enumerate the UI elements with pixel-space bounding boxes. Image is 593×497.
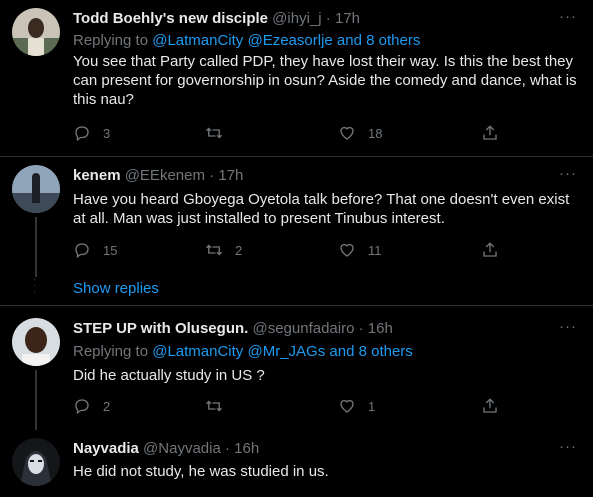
thread-line [35, 370, 37, 430]
tweet-text: He did not study, he was studied in us. [73, 463, 329, 480]
like-button[interactable]: 18 [338, 123, 382, 143]
separator: · [209, 167, 215, 184]
share-button[interactable] [481, 396, 511, 416]
share-icon [483, 125, 497, 140]
handle[interactable]: @segunfadairo [252, 320, 354, 337]
timestamp[interactable]: 16h [234, 440, 259, 457]
reply-count: 2 [103, 398, 111, 414]
like-count: 18 [368, 125, 383, 141]
replying-users-link[interactable]: @LatmanCity @Ezeasorlje [152, 32, 333, 49]
replying-prefix: Replying to [73, 32, 149, 49]
tweet-header: STEP UP with Olusegun. @segunfadairo · 1… [73, 320, 393, 337]
handle[interactable]: @EEkenem [125, 167, 205, 184]
more-options-button[interactable]: ··· [559, 318, 577, 335]
share-button[interactable] [481, 240, 511, 260]
reply-count: 15 [103, 242, 118, 258]
display-name[interactable]: Todd Boehly's new disciple [73, 10, 268, 27]
replying-others-link[interactable]: 8 others [359, 343, 413, 360]
share-icon [483, 242, 497, 257]
retweet-count: 2 [235, 242, 243, 258]
reply-icon [75, 399, 89, 415]
replying-users-link[interactable]: @LatmanCity @Mr_JAGs [152, 343, 325, 360]
display-name[interactable]: Nayvadia [73, 440, 139, 457]
thread-line [35, 217, 37, 277]
like-icon [340, 399, 354, 413]
avatar[interactable] [12, 8, 60, 56]
tweet-actions: 3 18 [73, 123, 503, 147]
separator: · [224, 440, 230, 457]
retweet-button[interactable]: 2 [205, 240, 242, 260]
replying-others-link[interactable]: 8 others [366, 32, 420, 49]
avatar[interactable] [12, 438, 60, 486]
replying-to: Replying to @LatmanCity @Mr_JAGs and 8 o… [73, 343, 413, 360]
replying-prefix: Replying to [73, 343, 149, 360]
like-icon [340, 126, 354, 140]
retweet-icon [206, 400, 222, 412]
like-count: 1 [368, 398, 376, 414]
tweet[interactable]: kenem @EEkenem · 17h ··· Have you heard … [0, 157, 593, 305]
reply-icon [75, 126, 89, 142]
handle[interactable]: @ihyi_j [272, 10, 321, 27]
display-name[interactable]: kenem [73, 167, 121, 184]
timestamp[interactable]: 17h [335, 10, 360, 27]
avatar[interactable] [12, 318, 60, 366]
reply-count: 3 [103, 125, 111, 141]
share-button[interactable] [481, 123, 511, 143]
tweet[interactable]: STEP UP with Olusegun. @segunfadairo · 1… [0, 306, 593, 430]
separator: · [358, 320, 364, 337]
retweet-icon [206, 127, 222, 139]
replying-to: Replying to @LatmanCity @Ezeasorlje and … [73, 32, 420, 49]
tweet-text: Have you heard Gboyega Oyetola talk befo… [73, 191, 570, 227]
tweet[interactable]: Todd Boehly's new disciple @ihyi_j · 17h… [0, 0, 593, 156]
tweet-actions: 15 2 11 [73, 240, 503, 264]
reply-button[interactable]: 15 [73, 240, 117, 260]
tweet[interactable]: Nayvadia @Nayvadia · 16h ··· He did not … [0, 430, 593, 497]
retweet-icon [206, 244, 222, 256]
tweet-header: Nayvadia @Nayvadia · 16h [73, 440, 259, 457]
tweet-actions: 2 1 [73, 396, 503, 420]
retweet-button[interactable] [205, 123, 235, 143]
avatar[interactable] [12, 165, 60, 213]
like-button[interactable]: 1 [338, 396, 375, 416]
more-options-button[interactable]: ··· [559, 165, 577, 182]
replying-and: and [336, 32, 362, 49]
tweet-text: Did he actually study in US ? [73, 367, 265, 384]
handle[interactable]: @Nayvadia [143, 440, 221, 457]
tweet-header: Todd Boehly's new disciple @ihyi_j · 17h [73, 10, 360, 27]
timestamp[interactable]: 16h [368, 320, 393, 337]
more-options-button[interactable]: ··· [559, 438, 577, 455]
reply-button[interactable]: 2 [73, 396, 110, 416]
share-icon [483, 398, 497, 413]
reply-button[interactable]: 3 [73, 123, 110, 143]
like-count: 11 [368, 242, 382, 258]
tweet-text: You see that Party called PDP, they have… [73, 53, 577, 108]
retweet-button[interactable] [205, 396, 235, 416]
thread-dots: · · · [33, 274, 37, 297]
replying-and: and [329, 343, 355, 360]
tweet-header: kenem @EEkenem · 17h [73, 167, 243, 184]
more-options-button[interactable]: ··· [559, 8, 577, 25]
separator: · [325, 10, 331, 27]
like-icon [340, 243, 354, 257]
like-button[interactable]: 11 [338, 240, 382, 260]
display-name[interactable]: STEP UP with Olusegun. [73, 320, 248, 337]
show-replies-link[interactable]: Show replies [73, 280, 159, 297]
timestamp[interactable]: 17h [218, 167, 243, 184]
reply-icon [75, 243, 89, 259]
